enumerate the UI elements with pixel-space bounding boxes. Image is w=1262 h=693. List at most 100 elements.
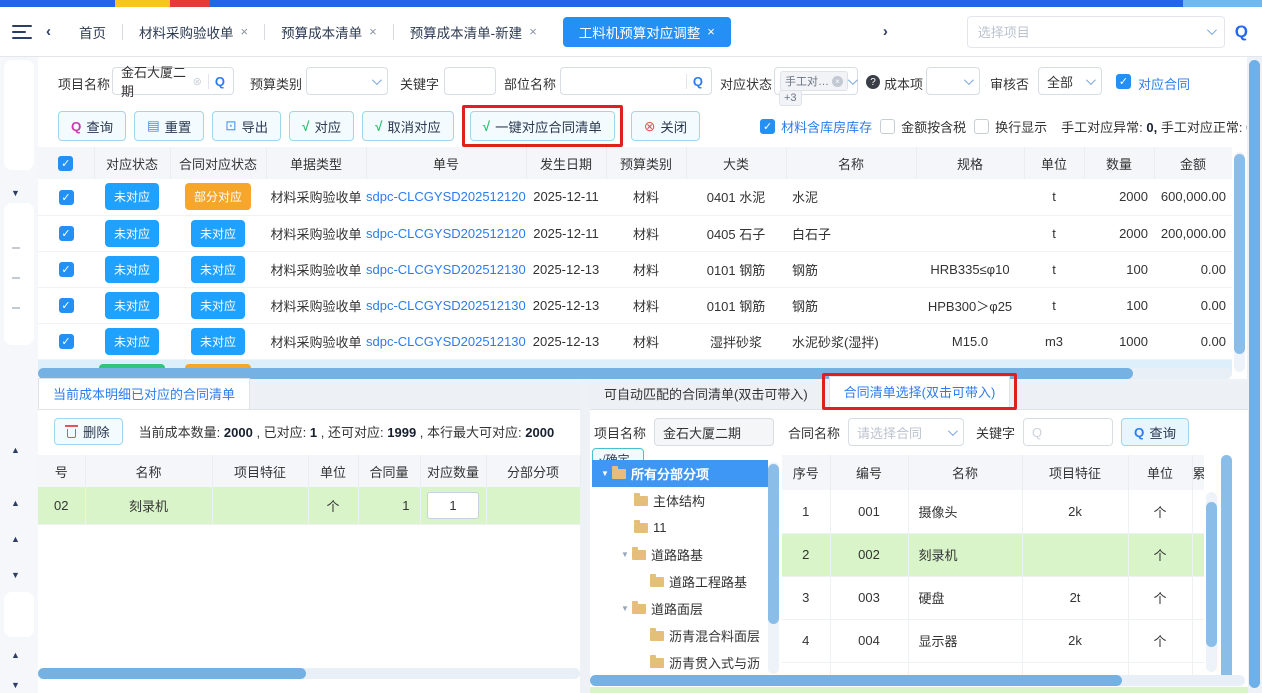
match-contract-checkbox[interactable]: ✓ — [1116, 74, 1131, 89]
col-unit[interactable]: 单位 — [1128, 455, 1192, 490]
col-date[interactable]: 发生日期 — [526, 147, 606, 179]
rail-up-icon[interactable]: ▲ — [11, 650, 20, 660]
col-category[interactable]: 大类 — [686, 147, 786, 179]
col-code[interactable]: 编号 — [830, 455, 908, 490]
col-feature[interactable]: 项目特征 — [1022, 455, 1128, 490]
rail-up-icon[interactable]: ▲ — [11, 445, 20, 455]
doc-no-link[interactable]: sdpc-CLCGYSD202512120( — [366, 189, 526, 204]
tag-clear-icon[interactable]: × — [832, 76, 843, 87]
search-button[interactable]: Q 查询 — [1121, 418, 1189, 446]
tax-included-checkbox[interactable]: 金额按含税 — [880, 117, 966, 136]
tabs-scroll-left-icon[interactable]: ‹ — [34, 23, 63, 40]
col-name[interactable]: 名称 — [908, 455, 1022, 490]
col-name[interactable]: 名称 — [85, 455, 212, 487]
col-doc-type[interactable]: 单据类型 — [266, 147, 366, 179]
table-row[interactable]: 4004 显示器 2k个 — [782, 619, 1204, 662]
tab-budget-match-adjust[interactable]: 工料机预算对应调整× — [563, 17, 731, 47]
tab-home[interactable]: 首页 — [63, 17, 122, 47]
panel-hscrollbar[interactable] — [590, 675, 1245, 686]
col-index[interactable]: 序号 — [782, 455, 830, 490]
reset-button[interactable]: ▤重置 — [134, 111, 204, 141]
col-contract-qty[interactable]: 合同量 — [358, 455, 420, 487]
rail-panel[interactable] — [4, 60, 34, 170]
tree-vscrollbar[interactable] — [768, 462, 779, 674]
keyword-input[interactable] — [444, 67, 496, 95]
doc-no-link[interactable]: sdpc-CLCGYSD202512130( — [366, 298, 526, 313]
table-row[interactable]: ✓ 未对应 未对应 材料采购验收单 sdpc-CLCGYSD202512130(… — [38, 287, 1232, 323]
rail-up-icon[interactable]: ▲ — [11, 534, 20, 544]
col-name[interactable]: 名称 — [786, 147, 916, 179]
panel-vscrollbar[interactable] — [1221, 455, 1232, 683]
close-icon[interactable]: × — [369, 24, 377, 39]
rail-panel[interactable] — [4, 592, 34, 637]
tab-budget-list-new[interactable]: 预算成本清单-新建× — [394, 17, 553, 47]
search-button[interactable]: Q查询 — [58, 111, 126, 141]
row-checkbox[interactable]: ✓ — [59, 298, 74, 313]
unmatch-button[interactable]: √取消对应 — [362, 111, 454, 141]
row-checkbox[interactable]: ✓ — [59, 190, 74, 205]
tree-node[interactable]: 道路工程路基 — [592, 568, 768, 595]
tab-auto-match[interactable]: 可自动匹配的合同清单(双击可带入) — [590, 379, 822, 409]
table-row[interactable]: ✓ 未对应 部分对应 材料采购验收单 sdpc-CLCGYSD202512120… — [38, 179, 1232, 215]
select-all-checkbox[interactable]: ✓ — [58, 156, 73, 171]
project-name-input[interactable]: 金石大厦二期 ⊗ Q — [112, 67, 234, 95]
part-name-input[interactable]: Q — [560, 67, 712, 95]
tree-node[interactable]: 11 — [592, 514, 768, 541]
col-section[interactable]: 分部分项 — [486, 455, 580, 487]
close-icon[interactable]: × — [529, 24, 537, 39]
col-feature[interactable]: 项目特征 — [212, 455, 308, 487]
col-cumulative[interactable]: 累 — [1192, 455, 1204, 490]
row-checkbox[interactable]: ✓ — [59, 262, 74, 277]
col-match-qty[interactable]: 对应数量 — [420, 455, 486, 487]
clear-icon[interactable]: ⊗ — [193, 75, 202, 88]
table-row[interactable]: ✓ 未对应 未对应 材料采购验收单 sdpc-CLCGYSD202512130(… — [38, 323, 1232, 359]
table-row[interactable]: 3003 硬盘 2t个 — [782, 576, 1204, 619]
rail-down-icon[interactable]: ▼ — [11, 570, 20, 580]
tree-node[interactable]: 沥青贯入式与沥 — [592, 649, 768, 676]
audit-select[interactable]: 全部 — [1038, 67, 1102, 95]
rail-panel[interactable] — [4, 203, 34, 345]
contract-select[interactable]: 请选择合同 — [848, 418, 964, 446]
close-icon[interactable]: × — [707, 24, 715, 39]
tab-contract-select[interactable]: 合同清单选择(双击可带入) — [829, 376, 1011, 407]
tree-expand-icon[interactable]: ▼ — [618, 550, 632, 559]
tree-node[interactable]: 沥青混合料面层 — [592, 622, 768, 649]
tree-node-root[interactable]: ▼ 所有分部分项 — [592, 460, 768, 487]
col-budget-type[interactable]: 预算类别 — [606, 147, 686, 179]
table-row[interactable]: 1001 摄像头 2k个 — [782, 490, 1204, 533]
match-status-multiselect[interactable]: 手工对…× +3 — [774, 67, 858, 95]
global-search-icon[interactable]: Q — [1225, 22, 1262, 42]
keyword-input[interactable]: Q — [1023, 418, 1113, 446]
rail-collapse-icon[interactable]: ▼ — [11, 188, 20, 198]
tree-node[interactable]: ▼道路面层 — [592, 595, 768, 622]
col-doc-no[interactable]: 单号 — [366, 147, 526, 179]
items-table-vscrollbar[interactable] — [1206, 492, 1217, 672]
rail-up-icon[interactable]: ▲ — [11, 498, 20, 508]
page-vscrollbar[interactable] — [1249, 57, 1260, 693]
matched-table-hscrollbar[interactable] — [38, 668, 580, 679]
close-button[interactable]: ⊗关闭 — [631, 111, 700, 141]
tab-budget-list[interactable]: 预算成本清单× — [265, 17, 393, 47]
tabs-scroll-right-icon[interactable]: › — [871, 23, 900, 40]
tab-material-receipt[interactable]: 材料采购验收单× — [123, 17, 264, 47]
cost-item-select[interactable] — [926, 67, 980, 95]
help-icon[interactable]: ? — [866, 75, 880, 89]
col-qty[interactable]: 数量 — [1084, 147, 1154, 179]
doc-no-link[interactable]: sdpc-CLCGYSD202512120( — [366, 226, 526, 241]
budget-type-select[interactable] — [306, 67, 388, 95]
tree-node[interactable]: ▼道路路基 — [592, 541, 768, 568]
row-checkbox[interactable]: ✓ — [59, 334, 74, 349]
col-code[interactable]: 号 — [38, 455, 85, 487]
table-row[interactable]: 2002 刻录机 个 — [782, 533, 1204, 576]
project-name-readonly[interactable]: 金石大厦二期 — [654, 418, 774, 446]
table-row[interactable]: 02 刻录机 个 1 1 — [38, 487, 580, 524]
search-icon[interactable]: Q — [686, 74, 703, 89]
match-qty-input[interactable]: 1 — [427, 492, 479, 519]
col-contract-status[interactable]: 合同对应状态 — [170, 147, 266, 179]
one-click-match-button[interactable]: √一键对应合同清单 — [470, 111, 615, 141]
col-unit[interactable]: 单位 — [1024, 147, 1084, 179]
match-button[interactable]: √对应 — [289, 111, 354, 141]
export-button[interactable]: ⊡导出 — [212, 111, 281, 141]
doc-no-link[interactable]: sdpc-CLCGYSD202512130( — [366, 334, 526, 349]
row-checkbox[interactable]: ✓ — [59, 226, 74, 241]
